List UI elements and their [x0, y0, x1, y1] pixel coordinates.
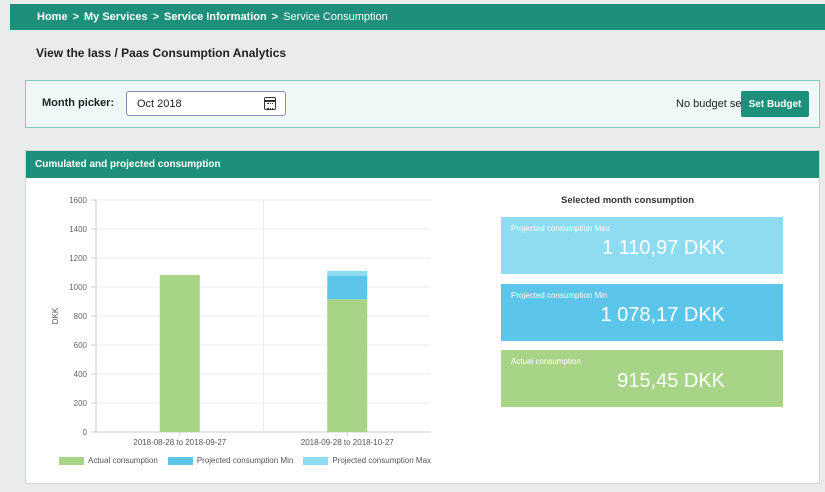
legend-swatch-actual: [59, 456, 84, 465]
bar-projected-min: [327, 275, 368, 300]
chart-svg: 0 200 400 600 800 1000 1200 1400 1600 DKK 2018-08-…: [51, 196, 431, 447]
legend-item-projected-max[interactable]: Projected consumption Max: [303, 456, 431, 465]
consumption-panel-title: Cumulated and projected consumption: [26, 151, 819, 178]
y-tick-label: 1200: [69, 254, 87, 263]
actual-consumption-value: 915,45 DKK: [617, 370, 725, 392]
legend-label-actual: Actual consumption: [88, 456, 158, 465]
bar-projected-max: [327, 270, 368, 276]
legend-item-projected-min[interactable]: Projected consumption Min: [167, 456, 294, 465]
consumption-chart: 0 200 400 600 800 1000 1200 1400 1600 DKK 2018-08-…: [26, 178, 496, 483]
projected-min-label: Projected consumption Min: [511, 291, 608, 300]
y-tick-label: 1000: [69, 283, 87, 292]
y-tick-label: 400: [74, 370, 88, 379]
y-tick-label: 1400: [69, 225, 87, 234]
breadcrumb-home[interactable]: Home: [37, 11, 68, 23]
month-picker-input[interactable]: Oct 2018: [126, 91, 286, 116]
breadcrumb-separator: >: [271, 11, 279, 23]
legend-swatch-projected-max: [303, 456, 329, 465]
month-picker-value: Oct 2018: [137, 98, 182, 110]
breadcrumb-service-consumption: Service Consumption: [283, 11, 388, 23]
breadcrumb-separator: >: [72, 11, 79, 23]
actual-consumption-card: Actual consumption 915,45 DKK: [501, 350, 783, 407]
chart-legend: Actual consumption Projected consumption…: [59, 456, 441, 465]
projected-max-card: Projected consumption Max 1 110,97 DKK: [501, 217, 783, 274]
y-axis-label: DKK: [51, 307, 60, 324]
y-tick-label: 800: [74, 312, 88, 321]
bar-actual: [327, 299, 368, 432]
projected-min-card: Projected consumption Min 1 078,17 DKK: [501, 284, 783, 341]
x-tick-label: 2018-09-28 to 2018-10-27: [301, 438, 395, 447]
month-picker-label: Month picker:: [42, 97, 115, 109]
bar-actual: [159, 274, 200, 432]
breadcrumb-my-services[interactable]: My Services: [84, 11, 148, 23]
set-budget-button[interactable]: Set Budget: [741, 91, 809, 117]
month-picker-panel: Month picker: Oct 2018 No budget set Set…: [25, 80, 820, 128]
consumption-panel: Cumulated and projected consumption 0 200…: [25, 150, 820, 484]
y-tick-label: 1600: [69, 196, 87, 205]
projected-max-value: 1 110,97 DKK: [601, 237, 725, 259]
selected-month-title: Selected month consumption: [561, 195, 695, 206]
projected-min-value: 1 078,17 DKK: [600, 304, 725, 326]
y-tick-label: 200: [74, 399, 88, 408]
legend-label-projected-min: Projected consumption Min: [196, 456, 294, 465]
breadcrumb: Home > My Services > Service Information…: [10, 4, 825, 30]
y-tick-label: 600: [74, 341, 88, 350]
page-title: View the Iass / Paas Consumption Analyti…: [36, 46, 287, 60]
legend-item-actual[interactable]: Actual consumption: [59, 456, 158, 465]
budget-status: No budget set: [676, 98, 745, 110]
legend-swatch-projected-min: [167, 456, 193, 465]
calendar-icon[interactable]: [264, 97, 276, 110]
legend-label-projected-max: Projected consumption Max: [332, 456, 432, 465]
breadcrumb-service-information[interactable]: Service Information: [164, 11, 267, 23]
y-tick-label: 0: [83, 428, 88, 437]
breadcrumb-separator: >: [152, 11, 160, 23]
actual-consumption-label: Actual consumption: [511, 357, 581, 366]
projected-max-label: Projected consumption Max: [511, 224, 610, 233]
x-tick-label: 2018-08-28 to 2018-09-27: [133, 438, 227, 447]
